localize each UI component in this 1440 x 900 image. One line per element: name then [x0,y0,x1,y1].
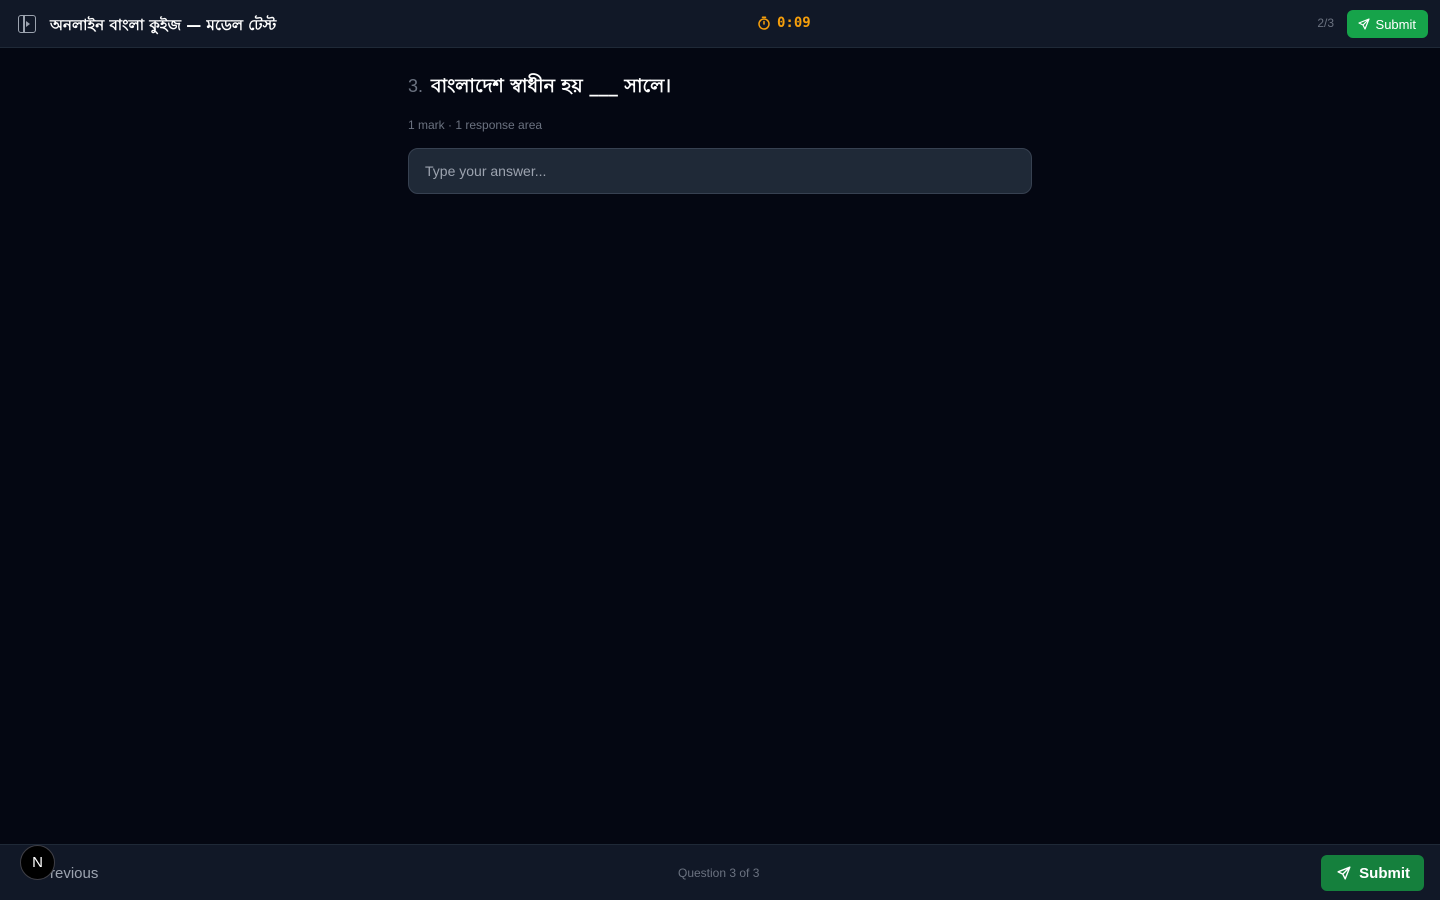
sidebar-toggle-divider [23,16,25,32]
question-block: 3. বাংলাদেশ স্বাধীন হয় ___ সালে। 1 mark… [408,72,1032,132]
chevron-right-icon [26,20,30,27]
question-text: বাংলাদেশ স্বাধীন হয় ___ সালে। [431,75,672,97]
footer-submit-label: Submit [1359,864,1410,882]
top-bar: অনলাইন বাংলা কুইজ — মডেল টেস্ট 0:09 2/3 … [0,0,1440,48]
send-icon [1357,18,1370,30]
send-icon [1337,866,1351,880]
question-number: 3. [408,76,424,96]
sidebar-toggle-icon[interactable] [18,15,36,33]
header-submit-label: Submit [1375,16,1416,32]
bottom-bar: Previous Question 3 of 3 Submit [0,844,1440,900]
timer-value: 0:09 [777,15,811,31]
app-title: অনলাইন বাংলা কুইজ — মডেল টেস্ট [50,16,277,34]
question-title: 3. বাংলাদেশ স্বাধীন হয় ___ সালে। [408,72,1032,104]
answered-count: 2/3 [1317,16,1334,30]
question-meta: 1 mark · 1 response area [408,118,543,132]
header-submit-button[interactable]: Submit [1346,10,1428,38]
timer: 0:09 [757,15,811,31]
stopwatch-icon [758,16,770,30]
question-status: Question 3 of 3 [678,866,760,880]
footer-submit-button[interactable]: Submit [1321,855,1424,891]
answer-input[interactable] [408,148,1032,194]
dev-tools-badge[interactable]: N [20,845,55,880]
